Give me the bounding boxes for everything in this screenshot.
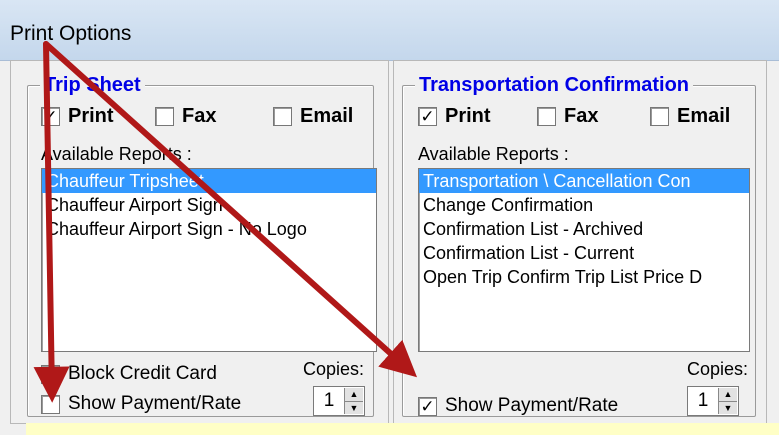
transport-conf-panel: Transportation Confirmation ✓ Print Fax … bbox=[393, 60, 767, 424]
transport-conf-email-label: Email bbox=[677, 105, 731, 127]
list-item[interactable]: Confirmation List - Archived bbox=[419, 217, 749, 241]
trip-sheet-fax-label: Fax bbox=[182, 105, 217, 127]
transport-conf-show-payment-checkbox[interactable]: ✓ bbox=[418, 396, 437, 416]
trip-sheet-print-checkbox[interactable]: ✓ bbox=[41, 107, 60, 126]
transport-conf-report-list[interactable]: Transportation \ Cancellation Con Change… bbox=[418, 168, 750, 352]
transport-conf-show-payment-label: Show Payment/Rate bbox=[445, 395, 619, 416]
trip-sheet-panel: Trip Sheet ✓ Print Fax Email Available R… bbox=[10, 60, 389, 424]
transport-conf-reports-label: Available Reports : bbox=[418, 144, 569, 164]
trip-sheet-show-payment-checkbox[interactable] bbox=[41, 394, 60, 414]
block-credit-card-option[interactable]: Block Credit Card bbox=[41, 363, 217, 385]
block-credit-card-label: Block Credit Card bbox=[68, 363, 217, 384]
transport-conf-copies-value[interactable]: 1 bbox=[688, 390, 718, 412]
list-item[interactable]: Change Confirmation bbox=[419, 193, 749, 217]
spin-down-icon[interactable]: ▼ bbox=[345, 401, 363, 414]
transport-conf-copies-spinner[interactable]: 1 ▲ ▼ bbox=[687, 386, 739, 416]
transport-conf-legend: Transportation Confirmation bbox=[415, 74, 693, 97]
trip-sheet-reports-label: Available Reports : bbox=[41, 144, 192, 164]
trip-sheet-email-checkbox[interactable] bbox=[273, 107, 292, 126]
trip-sheet-fax-option[interactable]: Fax bbox=[155, 105, 216, 128]
list-item[interactable]: Open Trip Confirm Trip List Price D bbox=[419, 265, 749, 289]
trip-sheet-copies-spinner[interactable]: 1 ▲ ▼ bbox=[313, 386, 365, 416]
transport-conf-show-payment-option[interactable]: ✓ Show Payment/Rate bbox=[418, 395, 618, 417]
transport-conf-print-label: Print bbox=[445, 105, 491, 127]
list-item[interactable]: Transportation \ Cancellation Con bbox=[419, 169, 749, 193]
transport-conf-fax-option[interactable]: Fax bbox=[537, 105, 598, 128]
trip-sheet-show-payment-option[interactable]: Show Payment/Rate bbox=[41, 393, 241, 415]
transport-conf-fax-label: Fax bbox=[564, 105, 599, 127]
transport-conf-copies-label: Copies: bbox=[687, 359, 749, 379]
trip-sheet-legend: Trip Sheet bbox=[40, 74, 145, 97]
spin-up-icon[interactable]: ▲ bbox=[719, 388, 737, 402]
transport-conf-fax-checkbox[interactable] bbox=[537, 107, 556, 126]
spin-down-icon[interactable]: ▼ bbox=[719, 401, 737, 414]
trip-sheet-email-option[interactable]: Email bbox=[273, 105, 353, 128]
trip-sheet-print-option[interactable]: ✓ Print bbox=[41, 105, 114, 128]
status-strip bbox=[26, 423, 779, 435]
spin-up-icon[interactable]: ▲ bbox=[345, 388, 363, 402]
trip-sheet-fax-checkbox[interactable] bbox=[155, 107, 174, 126]
trip-sheet-report-list[interactable]: Chauffeur Tripsheet Chauffeur Airport Si… bbox=[41, 168, 377, 352]
list-item[interactable]: Chauffeur Airport Sign bbox=[42, 193, 376, 217]
transport-conf-print-option[interactable]: ✓ Print bbox=[418, 105, 491, 128]
transport-conf-print-checkbox[interactable]: ✓ bbox=[418, 107, 437, 126]
transport-conf-email-option[interactable]: Email bbox=[650, 105, 730, 128]
trip-sheet-copies-label: Copies: bbox=[303, 359, 365, 379]
window-titlebar: Print Options bbox=[0, 0, 779, 61]
list-item[interactable]: Chauffeur Tripsheet bbox=[42, 169, 376, 193]
block-credit-card-checkbox[interactable] bbox=[41, 364, 60, 384]
trip-sheet-copies-value[interactable]: 1 bbox=[314, 390, 344, 412]
trip-sheet-show-payment-label: Show Payment/Rate bbox=[68, 393, 242, 414]
window-title: Print Options bbox=[10, 22, 132, 45]
transport-conf-email-checkbox[interactable] bbox=[650, 107, 669, 126]
trip-sheet-print-label: Print bbox=[68, 105, 114, 127]
list-item[interactable]: Confirmation List - Current bbox=[419, 241, 749, 265]
list-item[interactable]: Chauffeur Airport Sign - No Logo bbox=[42, 217, 376, 241]
trip-sheet-email-label: Email bbox=[300, 105, 354, 127]
